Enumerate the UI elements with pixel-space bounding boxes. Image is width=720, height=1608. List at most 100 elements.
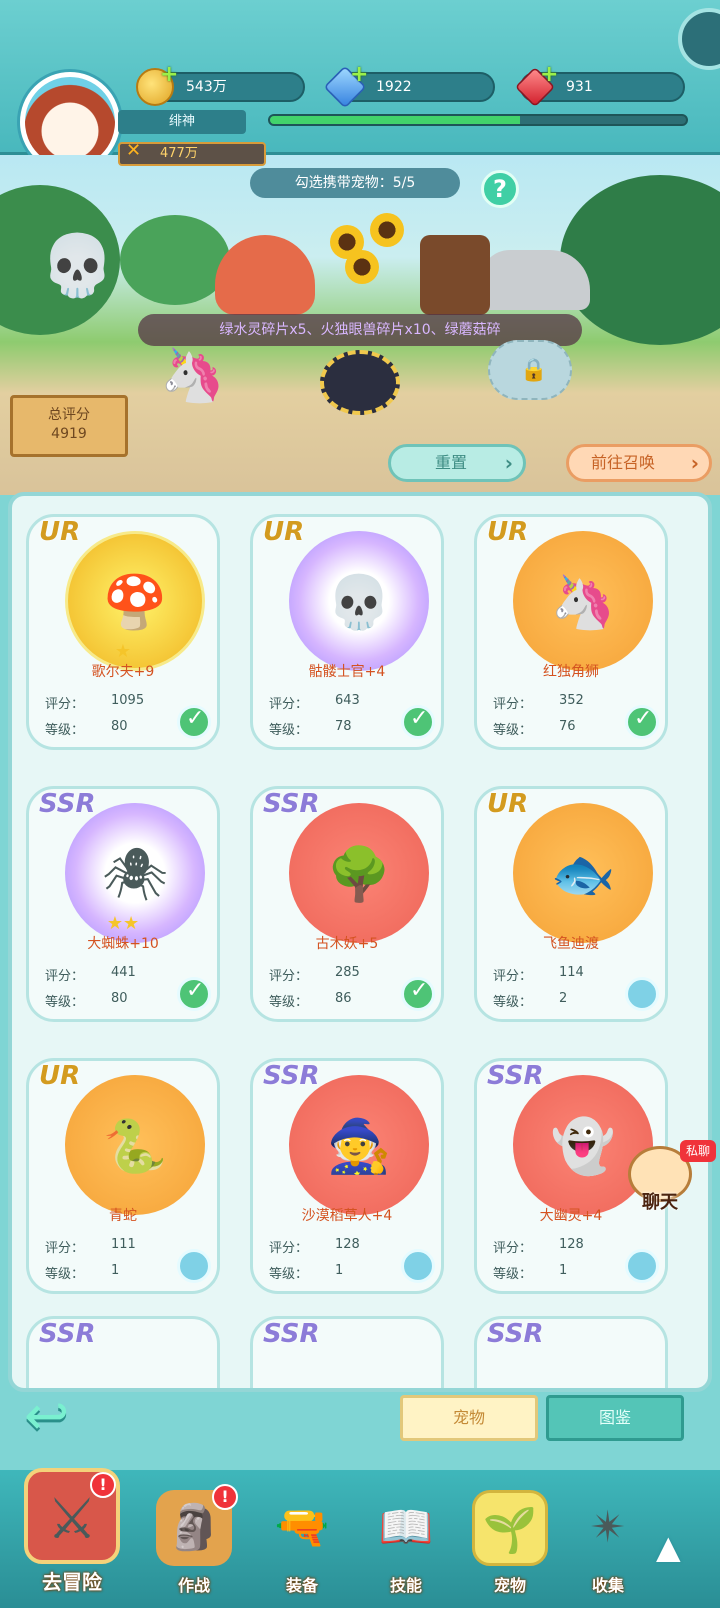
add-gold-icon[interactable]: + — [160, 62, 178, 88]
mushroom-pet-sprite[interactable] — [215, 235, 315, 315]
select-checkbox[interactable] — [625, 705, 659, 739]
spider-pet-sprite[interactable] — [320, 350, 400, 415]
pet-list-panel[interactable]: 🍄 UR ★ 歌尔夫+9 评分： 1095 等级： 80 💀 UR 骷髅士官+4 评分： 643 等级：… — [8, 492, 712, 1392]
score-value: 1095 — [111, 693, 145, 708]
pet-card[interactable]: 🐍 UR 青蛇 评分： 111 等级： 1 — [26, 1058, 220, 1294]
gem-counter[interactable]: + 1922 — [323, 62, 495, 109]
chevron-up-icon[interactable]: ▲ — [656, 1528, 681, 1566]
gold-value: 543万 — [186, 79, 227, 95]
level-value: 1 — [111, 1263, 120, 1278]
pet-card-partial[interactable]: SSR — [26, 1316, 220, 1388]
nav-collect[interactable]: ✴ 收集 — [560, 1480, 656, 1608]
nav-label: 宠物 — [493, 1576, 526, 1595]
tab-pet[interactable]: 宠物 — [400, 1395, 538, 1441]
level-label: 等级： — [45, 995, 85, 1010]
level-row: 等级： 1 — [269, 1263, 343, 1282]
score-label: 评分： — [45, 969, 85, 984]
nav-label: 收集 — [591, 1576, 624, 1595]
select-checkbox[interactable] — [177, 977, 211, 1011]
level-row: 等级： 80 — [45, 719, 128, 738]
score-label: 评分： — [493, 697, 533, 712]
star-rating: ★ — [114, 641, 132, 662]
rarity-badge: UR — [487, 517, 529, 547]
player-name: 绯神 — [118, 110, 246, 134]
reset-label: 重置 — [435, 453, 468, 472]
pet-card-partial[interactable]: SSR — [250, 1316, 444, 1388]
score-value: 285 — [335, 965, 360, 980]
select-checkbox[interactable] — [401, 1249, 435, 1283]
level-row: 等级： 78 — [269, 719, 352, 738]
snake-pet-icon: 🐍 — [102, 1117, 168, 1177]
flying-fish-pet-icon: 🐟 — [550, 845, 616, 905]
question-icon[interactable]: ? — [481, 170, 519, 208]
tab-codex[interactable]: 图鉴 — [546, 1395, 684, 1441]
pet-name: 骷髅士官+4 — [308, 664, 386, 680]
pet-card-partial[interactable]: SSR — [474, 1316, 668, 1388]
locked-slot[interactable]: 🔒 — [488, 340, 572, 400]
select-checkbox[interactable] — [177, 705, 211, 739]
gold-counter[interactable]: + 543万 — [136, 62, 305, 106]
unicorn-lion-pet-sprite[interactable]: 🦄 — [160, 345, 225, 406]
level-value: 80 — [111, 991, 128, 1006]
pet-card[interactable]: 🌳 SSR 古木妖+5 评分： 285 等级： 86 — [250, 786, 444, 1022]
select-checkbox[interactable] — [625, 1249, 659, 1283]
select-checkbox[interactable] — [625, 977, 659, 1011]
pet-card[interactable]: 🦄 UR 红独角狮 评分： 352 等级： 76 — [474, 514, 668, 750]
nav-battle[interactable]: 🗿 ! 作战 — [146, 1480, 242, 1608]
nav-pet[interactable]: 🌱 宠物 — [462, 1480, 558, 1608]
crossed-swords-icon: ✕ — [126, 140, 142, 161]
nav-skill[interactable]: 📖 技能 — [358, 1480, 454, 1608]
pet-name: 飞鱼迪渡 — [543, 936, 599, 952]
select-checkbox[interactable] — [177, 1249, 211, 1283]
select-checkbox[interactable] — [401, 705, 435, 739]
score-label: 评分： — [493, 969, 533, 984]
nav-adventure[interactable]: ⚔ ! 去冒险 — [24, 1468, 120, 1596]
skeleton-pet-sprite[interactable]: 💀 — [40, 230, 115, 301]
select-checkbox[interactable] — [401, 977, 435, 1011]
level-row: 等级： 86 — [269, 991, 352, 1010]
alert-badge: ! — [212, 1484, 238, 1510]
nav-label: 技能 — [389, 1576, 422, 1595]
spider-pet-icon: 🕷 — [101, 845, 168, 905]
sunflower-icon — [370, 213, 404, 247]
back-arrow-icon[interactable]: ↩ — [24, 1389, 92, 1444]
level-value: 86 — [335, 991, 352, 1006]
total-score-value: 4919 — [51, 426, 87, 442]
treant-pet-sprite[interactable] — [420, 235, 490, 315]
add-ruby-icon[interactable]: + — [540, 62, 558, 88]
pet-card[interactable]: 🕷 SSR ★★ 大蜘蛛+10 评分： 441 等级： 80 — [26, 786, 220, 1022]
chat-button[interactable]: 私聊 聊天 — [622, 1126, 720, 1216]
go-summon-button[interactable]: 前往召唤 › — [566, 444, 712, 482]
pet-card[interactable]: 🧙 SSR 沙漠稻草人+4 评分： 128 等级： 1 — [250, 1058, 444, 1294]
spellbook-icon: 📖 — [378, 1502, 434, 1553]
pet-card[interactable]: 🍄 UR ★ 歌尔夫+9 评分： 1095 等级： 80 — [26, 514, 220, 750]
level-row: 等级： 76 — [493, 719, 576, 738]
score-row: 评分： 441 — [45, 965, 136, 984]
total-score-label: 总评分 — [48, 407, 90, 423]
corner-menu-button[interactable] — [678, 8, 720, 70]
pet-name: 沙漠稻草人+4 — [301, 1208, 393, 1224]
total-score-sign: 总评分 4919 — [10, 395, 128, 457]
level-label: 等级： — [45, 1267, 85, 1282]
level-row: 等级： 1 — [45, 1263, 119, 1282]
pet-card[interactable]: 💀 UR 骷髅士官+4 评分： 643 等级： 78 — [250, 514, 444, 750]
nav-equip[interactable]: 🔫 装备 — [254, 1480, 350, 1608]
level-label: 等级： — [269, 995, 309, 1010]
ghost-pet-icon: 👻 — [550, 1117, 616, 1177]
score-row: 评分： 128 — [493, 1237, 584, 1256]
score-value: 643 — [335, 693, 360, 708]
reset-button[interactable]: 重置 › — [388, 444, 526, 482]
sunflower-icon — [345, 250, 379, 284]
rarity-badge: SSR — [487, 1319, 544, 1349]
add-gem-icon[interactable]: + — [350, 62, 368, 88]
ruby-counter[interactable]: + 931 — [514, 62, 685, 108]
pet-card[interactable]: 🐟 UR 飞鱼迪渡 评分： 114 等级： 2 — [474, 786, 668, 1022]
bush — [120, 215, 230, 305]
top-hud: + 543万 + 1922 + 931 绯神 — [0, 0, 720, 172]
level-label: 等级： — [493, 995, 533, 1010]
score-value: 111 — [111, 1237, 136, 1252]
cannon-icon: 🔫 — [274, 1502, 330, 1553]
chevron-right-icon: › — [690, 451, 699, 475]
pet-name: 大蜘蛛+10 — [87, 936, 159, 952]
rarity-badge: SSR — [263, 1061, 320, 1091]
